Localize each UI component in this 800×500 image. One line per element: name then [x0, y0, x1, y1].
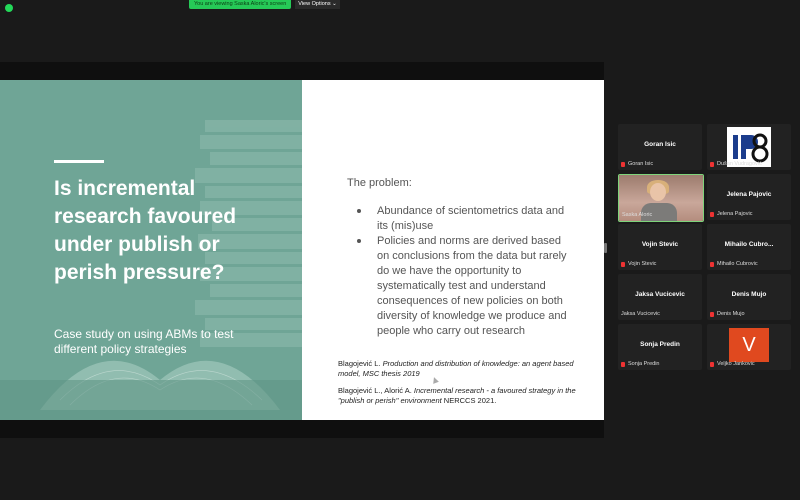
bullet-text: Policies and norms are derived based on … — [377, 235, 567, 337]
screen-share-banner: You are viewing Saska Aloric's screen Vi… — [189, 0, 340, 9]
bullet-dot — [357, 239, 361, 243]
participant-tile[interactable]: Jelena Pajovic Jelena Pajovic — [707, 174, 791, 220]
participant-display-name: Goran Isic — [644, 141, 676, 148]
reference-item: Blagojević L. Production and distributio… — [338, 359, 598, 379]
participant-footer: Mihailo Cubrovic — [710, 261, 758, 267]
participant-footer: Jelena Pajovic — [710, 211, 752, 217]
mic-muted-icon — [710, 361, 714, 367]
bullet-text: Abundance of scientometrics data and its… — [377, 205, 565, 232]
participant-tile[interactable]: Mihailo Cubro... Mihailo Cubrovic — [707, 224, 791, 270]
mic-muted-icon — [710, 261, 714, 267]
participant-tile[interactable]: Denis Mujo Denis Mujo — [707, 274, 791, 320]
mic-muted-icon — [710, 311, 714, 317]
reference-item: Blagojević L., Alorić A. Incremental res… — [338, 386, 598, 406]
participant-label: Dušan Vudragović — [717, 161, 762, 167]
reference-author: Blagojević L., Alorić A. — [338, 386, 414, 395]
bullet-dot — [357, 209, 361, 213]
participant-display-name: Denis Mujo — [731, 291, 767, 298]
participant-footer: Dušan Vudragović — [710, 161, 762, 167]
mic-muted-icon — [710, 211, 714, 217]
participant-tile[interactable]: Vojin Stevic Vojin Stevic — [618, 224, 702, 270]
title-rule — [54, 160, 104, 163]
slide-subtitle: Case study on using ABMs to test differe… — [54, 327, 234, 356]
video-face — [650, 183, 666, 201]
participant-label: Goran Isic — [628, 161, 654, 167]
slide-left-panel: Is incremental research favoured under p… — [0, 80, 302, 420]
mic-muted-icon — [621, 161, 625, 167]
participant-display-name: Vojin Stevic — [641, 241, 679, 248]
participant-label: Denis Mujo — [717, 311, 745, 317]
participant-tile[interactable]: Dušan Vudragović — [707, 124, 791, 170]
avatar: V — [729, 328, 769, 362]
participant-footer: Veljko Jankovic — [710, 361, 755, 367]
participant-label: Vojin Stevic — [628, 261, 657, 267]
slide-right-panel: The problem: Abundance of scientometrics… — [302, 80, 604, 420]
reference-tail: NERCCS 2021. — [441, 396, 497, 405]
participant-label: Jaksa Vucicevic — [621, 311, 660, 317]
problem-bullets: Abundance of scientometrics data and its… — [357, 204, 567, 339]
shared-screen: Is incremental research favoured under p… — [0, 62, 604, 438]
participant-display-name: Mihailo Cubro... — [724, 241, 774, 248]
split-view-handle[interactable] — [604, 243, 607, 253]
mic-muted-icon — [621, 361, 625, 367]
presentation-slide: Is incremental research favoured under p… — [0, 80, 604, 420]
bullet-item: Policies and norms are derived based on … — [357, 234, 567, 339]
participant-footer: Jaksa Vucicevic — [621, 311, 660, 317]
references: Blagojević L. Production and distributio… — [338, 359, 598, 413]
participant-label: Jelena Pajovic — [717, 211, 753, 217]
participant-footer: Denis Mujo — [710, 311, 745, 317]
participant-display-name: Jaksa Vucicevic — [635, 291, 685, 298]
participant-label: Saska Aloric — [622, 212, 653, 218]
participant-label: Mihailo Cubrovic — [717, 261, 758, 267]
security-shield-icon[interactable] — [5, 4, 13, 12]
participant-tile[interactable]: V Veljko Jankovic — [707, 324, 791, 370]
mic-muted-icon — [710, 161, 714, 167]
viewing-indicator: You are viewing Saska Aloric's screen — [189, 0, 292, 9]
bullet-item: Abundance of scientometrics data and its… — [357, 204, 567, 234]
participant-footer: Goran Isic — [621, 161, 653, 167]
participant-footer: Vojin Stevic — [621, 261, 656, 267]
participant-footer: Sonja Predin — [621, 361, 660, 367]
participant-tile[interactable]: Jaksa Vucicevic Jaksa Vucicevic — [618, 274, 702, 320]
participant-footer: Saska Aloric — [622, 212, 652, 218]
participant-label: Veljko Jankovic — [717, 361, 755, 367]
view-options-button[interactable]: View Options ⌄ — [295, 0, 340, 9]
participant-label: Sonja Predin — [628, 361, 660, 367]
participant-tile[interactable]: Sonja Predin Sonja Predin — [618, 324, 702, 370]
participant-tile-active-speaker[interactable]: Saska Aloric — [618, 174, 704, 222]
reference-author: Blagojević L. — [338, 359, 383, 368]
mic-muted-icon — [621, 261, 625, 267]
problem-heading: The problem: — [347, 177, 412, 189]
participant-display-name: Jelena Pajovic — [726, 191, 772, 198]
participant-tile[interactable]: Goran Isic Goran Isic — [618, 124, 702, 170]
slide-title: Is incremental research favoured under p… — [54, 177, 237, 284]
participant-display-name: Sonja Predin — [640, 341, 680, 348]
